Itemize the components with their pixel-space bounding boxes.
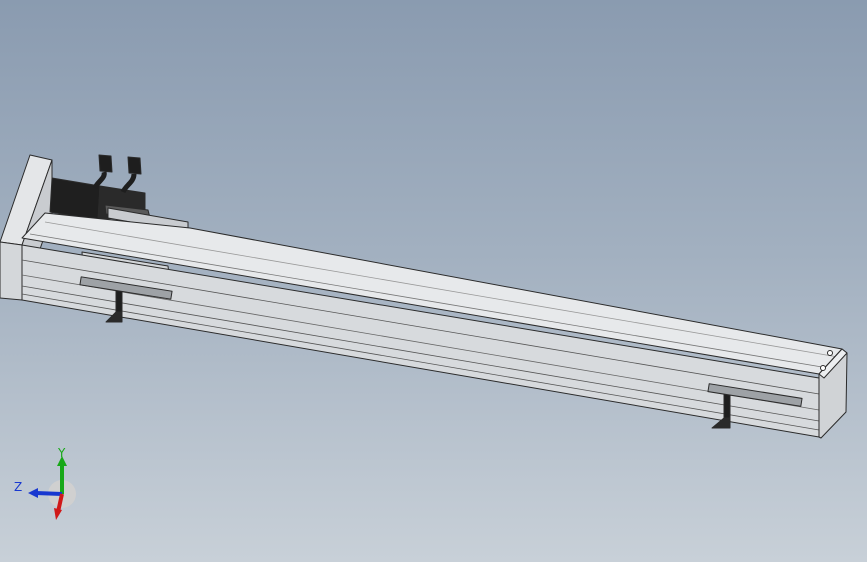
model-view[interactable]	[0, 0, 867, 562]
x-axis-arrow	[54, 508, 62, 520]
coordinate-triad[interactable]: Y Z	[10, 446, 80, 526]
motor-cable-left	[92, 154, 113, 190]
graphics-viewport[interactable]: Y Z	[0, 0, 867, 562]
motor-cable-right	[120, 156, 142, 194]
z-axis-arrow	[28, 488, 38, 498]
z-axis-label: Z	[14, 480, 22, 494]
y-axis-label: Y	[57, 446, 66, 460]
